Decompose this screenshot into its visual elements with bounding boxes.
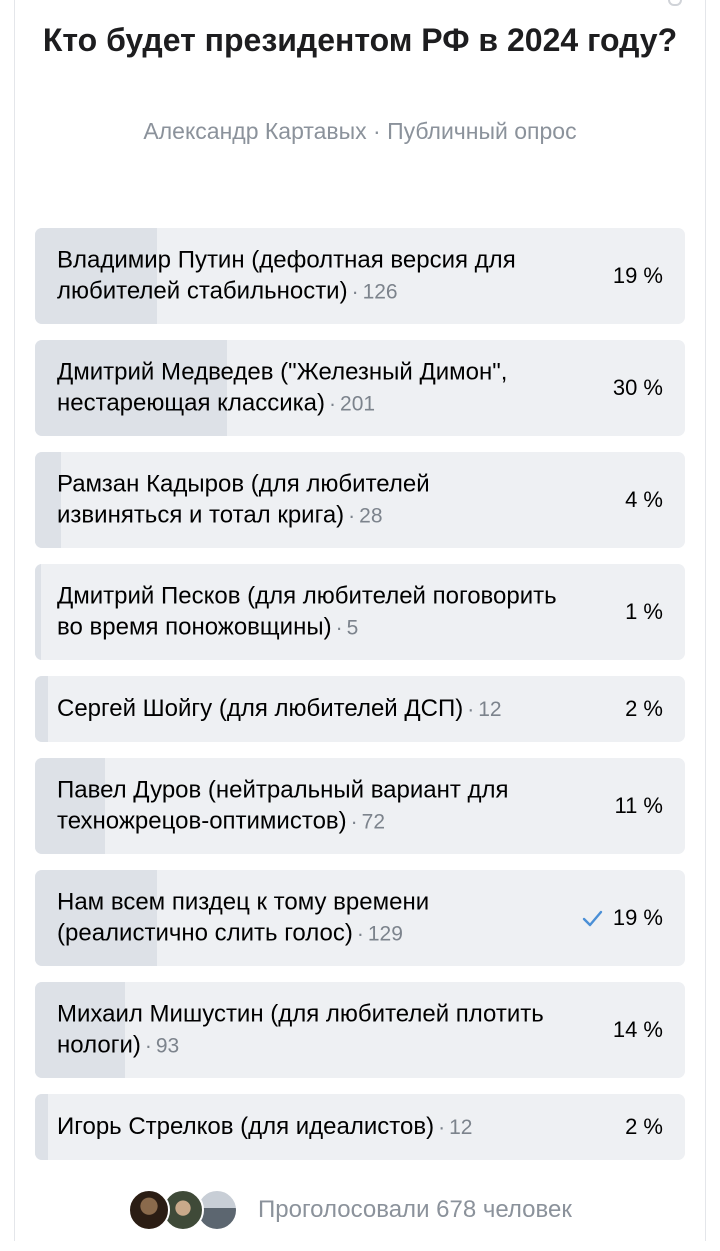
poll-option[interactable]: Рамзан Кадыров (для любителей извиняться… <box>35 452 685 548</box>
poll-option-count: 129 <box>367 922 403 946</box>
poll-option-text: Игорь Стрелков (для идеалистов) <box>57 1113 435 1140</box>
separator: · <box>144 1034 152 1058</box>
checkmark-icon <box>582 910 603 927</box>
poll-option-text: Дмитрий Медведев ("Железный Димон", нест… <box>57 358 508 417</box>
poll-option-label: Игорь Стрелков (для идеалистов) · 12 <box>57 1111 557 1143</box>
voters-count: Проголосовали 678 человек <box>258 1196 572 1223</box>
separator: · <box>348 504 356 528</box>
avatar <box>128 1189 170 1231</box>
separator: · <box>351 280 359 304</box>
poll-option-percent: 1 % <box>625 599 663 624</box>
poll-option-percent: 4 % <box>625 487 663 512</box>
poll-option[interactable]: Нам всем пиздец к тому времени (реалисти… <box>35 870 685 966</box>
poll-option-text: Владимир Путин (дефолтная версия для люб… <box>57 246 516 305</box>
separator: · <box>467 698 475 721</box>
poll-option-count: 201 <box>340 392 376 416</box>
poll-option-percent: 30 % <box>612 375 663 400</box>
poll-option-count: 5 <box>346 616 359 640</box>
poll-option-label: Дмитрий Медведев ("Железный Димон", нест… <box>57 357 557 420</box>
poll-option[interactable]: Сергей Шойгу (для любителей ДСП) · 12 2 % <box>35 676 685 742</box>
poll-option-count: 28 <box>359 504 383 528</box>
poll-option[interactable]: Дмитрий Песков (для любителей поговорить… <box>35 564 685 660</box>
poll-option-bar <box>35 676 48 742</box>
poll-option-bar <box>35 564 42 660</box>
poll-option-label: Павел Дуров (нейтральный вариант для тех… <box>57 775 557 838</box>
poll-option[interactable]: Игорь Стрелков (для идеалистов) · 12 2 % <box>35 1094 685 1160</box>
poll-option-count: 12 <box>449 1116 473 1139</box>
poll-option-text: Сергей Шойгу (для любителей ДСП) <box>57 695 464 722</box>
poll-option[interactable]: Владимир Путин (дефолтная версия для люб… <box>35 228 685 324</box>
separator: · <box>335 616 343 640</box>
poll-option-label: Михаил Мишустин (для любителей плотить н… <box>57 999 557 1062</box>
poll-option-text: Михаил Мишустин (для любителей плотить н… <box>57 1000 544 1059</box>
poll-option-bar <box>35 1094 48 1160</box>
separator: · <box>438 1116 446 1139</box>
poll-option-label: Владимир Путин (дефолтная версия для люб… <box>57 245 557 308</box>
poll-footer[interactable]: Проголосовали 678 человек <box>128 1186 572 1234</box>
poll-option-label: Рамзан Кадыров (для любителей извиняться… <box>57 469 557 532</box>
poll-option-percent: 2 % <box>625 1114 663 1139</box>
poll-option[interactable]: Михаил Мишустин (для любителей плотить н… <box>35 982 685 1078</box>
poll-option-count: 126 <box>362 280 398 304</box>
separator: · <box>356 922 364 946</box>
poll-option-count: 72 <box>361 810 386 834</box>
separator: · <box>329 392 337 416</box>
poll-option-count: 93 <box>155 1034 180 1058</box>
poll-option-label: Нам всем пиздец к тому времени (реалисти… <box>57 887 557 950</box>
poll-option-text: Дмитрий Песков (для любителей поговорить… <box>57 582 557 641</box>
poll-option-percent: 11 % <box>614 793 663 818</box>
poll-option-label: Сергей Шойгу (для любителей ДСП) · 12 <box>57 693 557 725</box>
poll-option-percent: 19 % <box>612 263 663 288</box>
poll-option-label: Дмитрий Песков (для любителей поговорить… <box>57 581 557 644</box>
poll-option-percent: 2 % <box>625 696 663 721</box>
poll-option[interactable]: Павел Дуров (нейтральный вариант для тех… <box>35 758 685 854</box>
poll-option-percent: 14 % <box>612 1017 663 1042</box>
poll-meta: Александр Картавых · Публичный опрос <box>143 118 577 144</box>
poll-option[interactable]: Дмитрий Медведев ("Железный Димон", нест… <box>35 340 685 436</box>
poll-title: Кто будет президентом РФ в 2024 году? <box>42 22 678 58</box>
poll-option-percent: 19 % <box>612 905 663 930</box>
poll-option-text: Павел Дуров (нейтральный вариант для тех… <box>57 776 509 835</box>
separator: · <box>350 810 358 834</box>
poll-option-count: 12 <box>478 698 502 721</box>
